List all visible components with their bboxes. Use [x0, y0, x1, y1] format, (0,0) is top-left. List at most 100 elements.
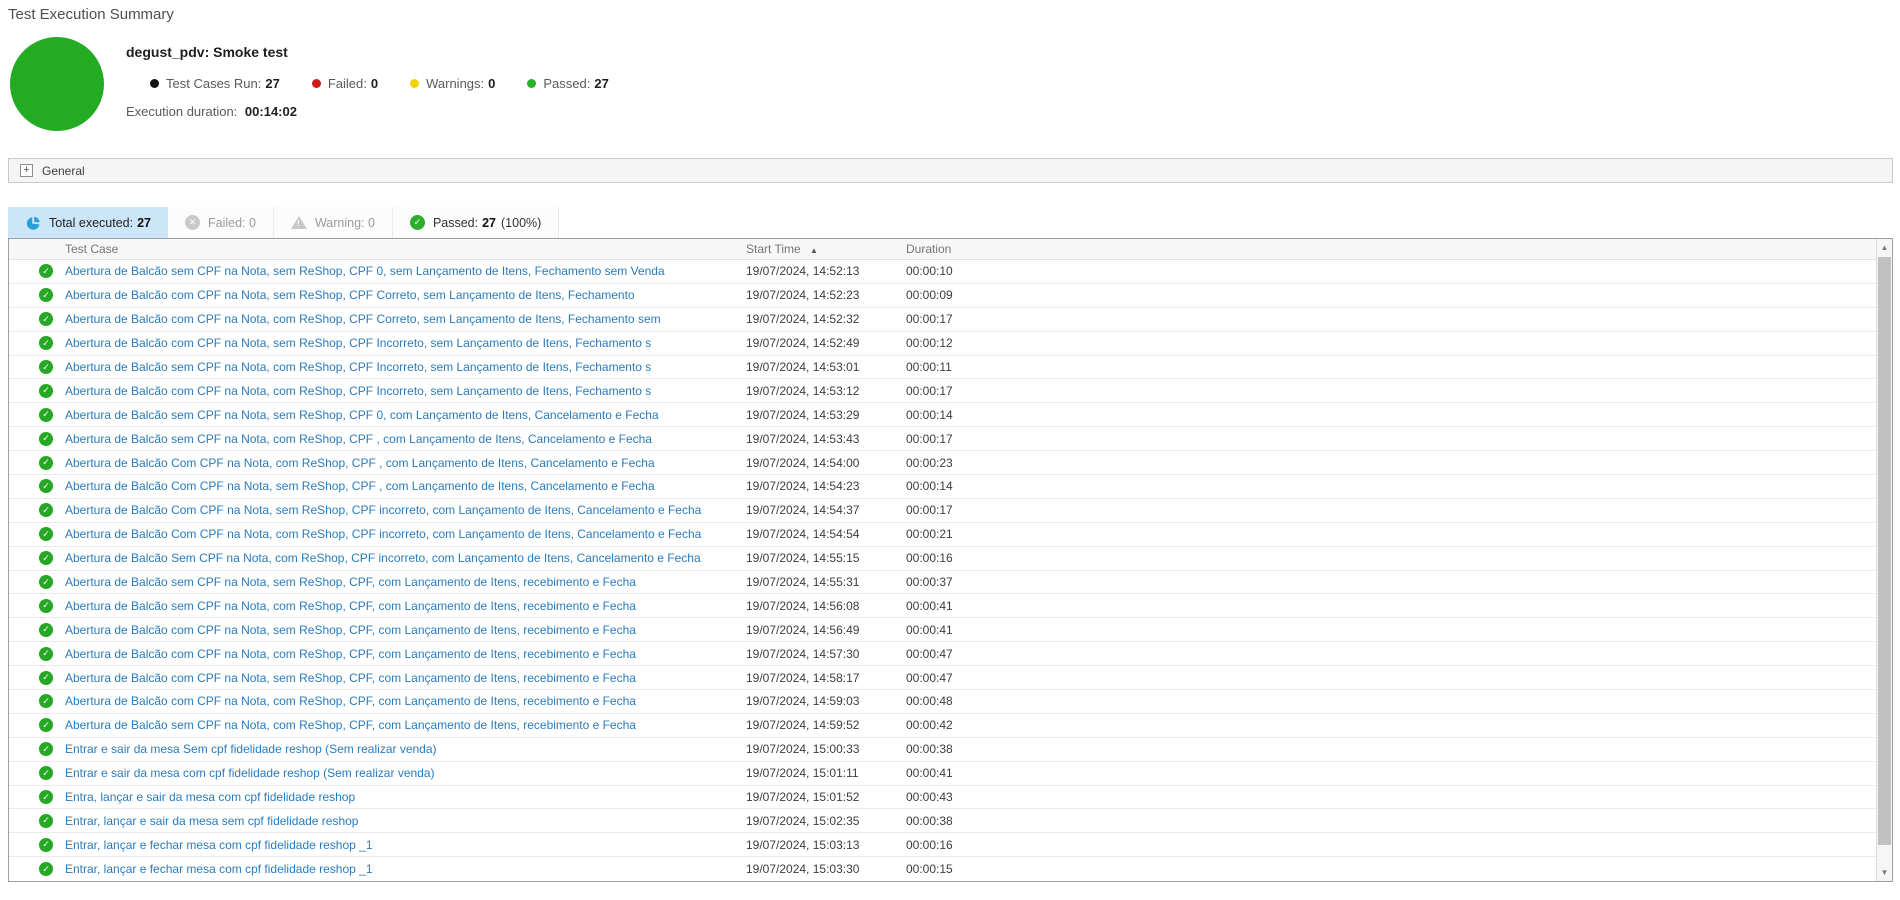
black-dot-icon — [150, 79, 159, 88]
start-time-cell: 19/07/2024, 14:56:49 — [746, 622, 860, 637]
column-header-test-case[interactable]: Test Case — [59, 242, 746, 256]
duration-cell: 00:00:17 — [906, 431, 953, 446]
passed-check-icon: ✓ — [39, 431, 53, 446]
test-case-link[interactable]: Abertura de Balcão com CPF na Nota, com … — [59, 647, 746, 661]
failed-cross-icon: ✕ — [185, 215, 200, 230]
stats-row: Test Cases Run: 27 Failed: 0 Warnings: 0… — [150, 76, 641, 91]
passed-check-icon: ✓ — [39, 813, 53, 828]
stat-failed: Failed: 0 — [311, 76, 378, 91]
test-case-link[interactable]: Abertura de Balcão sem CPF na Nota, sem … — [59, 408, 746, 422]
test-case-link[interactable]: Abertura de Balcão sem CPF na Nota, sem … — [59, 264, 746, 278]
table-row: ✓ Abertura de Balcão sem CPF na Nota, se… — [9, 403, 1892, 428]
duration-cell: 00:00:41 — [906, 598, 953, 613]
table-row: ✓ Abertura de Balcão com CPF na Nota, se… — [9, 284, 1892, 308]
column-header-duration[interactable]: Duration — [906, 242, 1892, 256]
duration-cell: 00:00:17 — [906, 383, 953, 398]
duration-cell: 00:00:21 — [906, 527, 953, 542]
passed-check-icon: ✓ — [39, 598, 53, 613]
table-row: ✓ Abertura de Balcão Com CPF na Nota, se… — [9, 499, 1892, 523]
test-case-link[interactable]: Abertura de Balcão sem CPF na Nota, com … — [59, 599, 746, 613]
test-case-link[interactable]: Abertura de Balcão Com CPF na Nota, sem … — [59, 479, 746, 493]
start-time-cell: 19/07/2024, 14:52:49 — [746, 336, 860, 351]
table-row: ✓ Abertura de Balcão com CPF na Nota, co… — [9, 379, 1892, 404]
test-case-link[interactable]: Abertura de Balcão com CPF na Nota, sem … — [59, 623, 746, 637]
duration-cell: 00:00:12 — [906, 336, 953, 351]
passed-check-icon: ✓ — [39, 312, 53, 327]
duration-cell: 00:00:17 — [906, 312, 953, 327]
column-header-start-time[interactable]: Start Time ▲ — [746, 242, 906, 256]
start-time-cell: 19/07/2024, 14:54:00 — [746, 455, 860, 470]
test-case-link[interactable]: Abertura de Balcão com CPF na Nota, sem … — [59, 288, 746, 302]
start-time-cell: 19/07/2024, 14:54:54 — [746, 527, 860, 542]
test-case-link[interactable]: Entrar, lançar e sair da mesa sem cpf fi… — [59, 814, 746, 828]
test-case-link[interactable]: Abertura de Balcão sem CPF na Nota, com … — [59, 718, 746, 732]
table-row: ✓ Abertura de Balcão com CPF na Nota, se… — [9, 332, 1892, 356]
stat-passed: Passed: 27 — [527, 76, 609, 91]
table-row: ✓ Abertura de Balcão com CPF na Nota, co… — [9, 690, 1892, 714]
general-section-header[interactable]: + General — [8, 158, 1893, 183]
duration-cell: 00:00:09 — [906, 288, 953, 303]
start-time-cell: 19/07/2024, 14:53:01 — [746, 360, 860, 374]
general-section-label: General — [42, 163, 85, 178]
scrollbar-thumb[interactable] — [1878, 257, 1891, 845]
duration-cell: 00:00:10 — [906, 264, 953, 279]
table-row: ✓ Abertura de Balcão sem CPF na Nota, co… — [9, 356, 1892, 380]
yellow-dot-icon — [410, 79, 420, 88]
tab-passed[interactable]: ✓ Passed: 27 (100%) — [392, 207, 560, 238]
start-time-cell: 19/07/2024, 14:59:03 — [746, 694, 860, 709]
test-case-link[interactable]: Abertura de Balcão com CPF na Nota, com … — [59, 694, 746, 708]
passed-check-icon: ✓ — [39, 670, 53, 685]
start-time-cell: 19/07/2024, 14:53:12 — [746, 383, 860, 398]
test-case-link[interactable]: Entrar, lançar e fechar mesa com cpf fid… — [59, 862, 746, 876]
scroll-up-icon[interactable]: ▲ — [1877, 239, 1892, 256]
test-case-link[interactable]: Abertura de Balcão sem CPF na Nota, sem … — [59, 575, 746, 589]
passed-check-icon: ✓ — [39, 407, 53, 422]
table-row: ✓ Abertura de Balcão Sem CPF na Nota, co… — [9, 547, 1892, 571]
table-row: ✓ Abertura de Balcão sem CPF na Nota, se… — [9, 260, 1892, 284]
duration-cell: 00:00:47 — [906, 670, 953, 685]
passed-check-icon: ✓ — [39, 575, 53, 590]
passed-check-icon: ✓ — [39, 288, 53, 303]
table-row: ✓ Entrar e sair da mesa com cpf fidelida… — [9, 762, 1892, 786]
tab-failed[interactable]: ✕ Failed: 0 — [168, 207, 274, 238]
table-row: ✓ Abertura de Balcão sem CPF na Nota, co… — [9, 427, 1892, 452]
vertical-scrollbar[interactable]: ▲ ▼ — [1876, 239, 1892, 882]
start-time-cell: 19/07/2024, 14:57:30 — [746, 646, 860, 661]
test-case-link[interactable]: Abertura de Balcão sem CPF na Nota, com … — [59, 360, 746, 374]
passed-check-icon: ✓ — [39, 503, 53, 518]
duration-cell: 00:00:47 — [906, 646, 953, 661]
test-case-link[interactable]: Abertura de Balcão Com CPF na Nota, sem … — [59, 503, 746, 517]
sort-ascending-icon: ▲ — [810, 246, 818, 255]
table-header-row: Test Case Start Time ▲ Duration — [9, 239, 1892, 260]
test-case-link[interactable]: Abertura de Balcão com CPF na Nota, com … — [59, 384, 746, 398]
duration-cell: 00:00:41 — [906, 766, 953, 781]
duration-cell: 00:00:11 — [906, 360, 952, 374]
test-case-link[interactable]: Entrar e sair da mesa Sem cpf fidelidade… — [59, 742, 746, 756]
passed-check-icon: ✓ — [39, 455, 53, 470]
green-dot-icon — [527, 79, 537, 88]
scroll-down-icon[interactable]: ▼ — [1877, 864, 1892, 881]
test-case-link[interactable]: Entrar, lançar e fechar mesa com cpf fid… — [59, 838, 746, 852]
test-case-link[interactable]: Abertura de Balcão com CPF na Nota, sem … — [59, 671, 746, 685]
test-case-link[interactable]: Abertura de Balcão com CPF na Nota, com … — [59, 312, 746, 326]
start-time-cell: 19/07/2024, 14:58:17 — [746, 670, 860, 685]
start-time-cell: 19/07/2024, 15:02:35 — [746, 813, 860, 828]
test-case-link[interactable]: Entra, lançar e sair da mesa com cpf fid… — [59, 790, 746, 804]
table-row: ✓ Abertura de Balcão com CPF na Nota, co… — [9, 308, 1892, 332]
test-case-link[interactable]: Abertura de Balcão Sem CPF na Nota, com … — [59, 551, 746, 565]
stat-warnings: Warnings: 0 — [410, 76, 495, 91]
test-case-link[interactable]: Entrar e sair da mesa com cpf fidelidade… — [59, 766, 746, 780]
duration-cell: 00:00:16 — [906, 551, 953, 566]
test-case-link[interactable]: Abertura de Balcão sem CPF na Nota, com … — [59, 432, 746, 446]
test-case-link[interactable]: Abertura de Balcão Com CPF na Nota, com … — [59, 527, 746, 541]
tab-total-executed[interactable]: Total executed: 27 — [8, 207, 168, 238]
expand-plus-icon[interactable]: + — [20, 164, 33, 177]
result-pie-chart — [10, 37, 104, 131]
passed-check-icon: ✓ — [39, 646, 53, 661]
tab-warning[interactable]: Warning: 0 — [273, 207, 393, 238]
test-case-link[interactable]: Abertura de Balcão com CPF na Nota, sem … — [59, 336, 746, 350]
duration-cell: 00:00:37 — [906, 575, 953, 590]
table-row: ✓ Abertura de Balcão Com CPF na Nota, co… — [9, 523, 1892, 547]
start-time-cell: 19/07/2024, 14:55:15 — [746, 551, 860, 566]
test-case-link[interactable]: Abertura de Balcão Com CPF na Nota, com … — [59, 456, 746, 470]
